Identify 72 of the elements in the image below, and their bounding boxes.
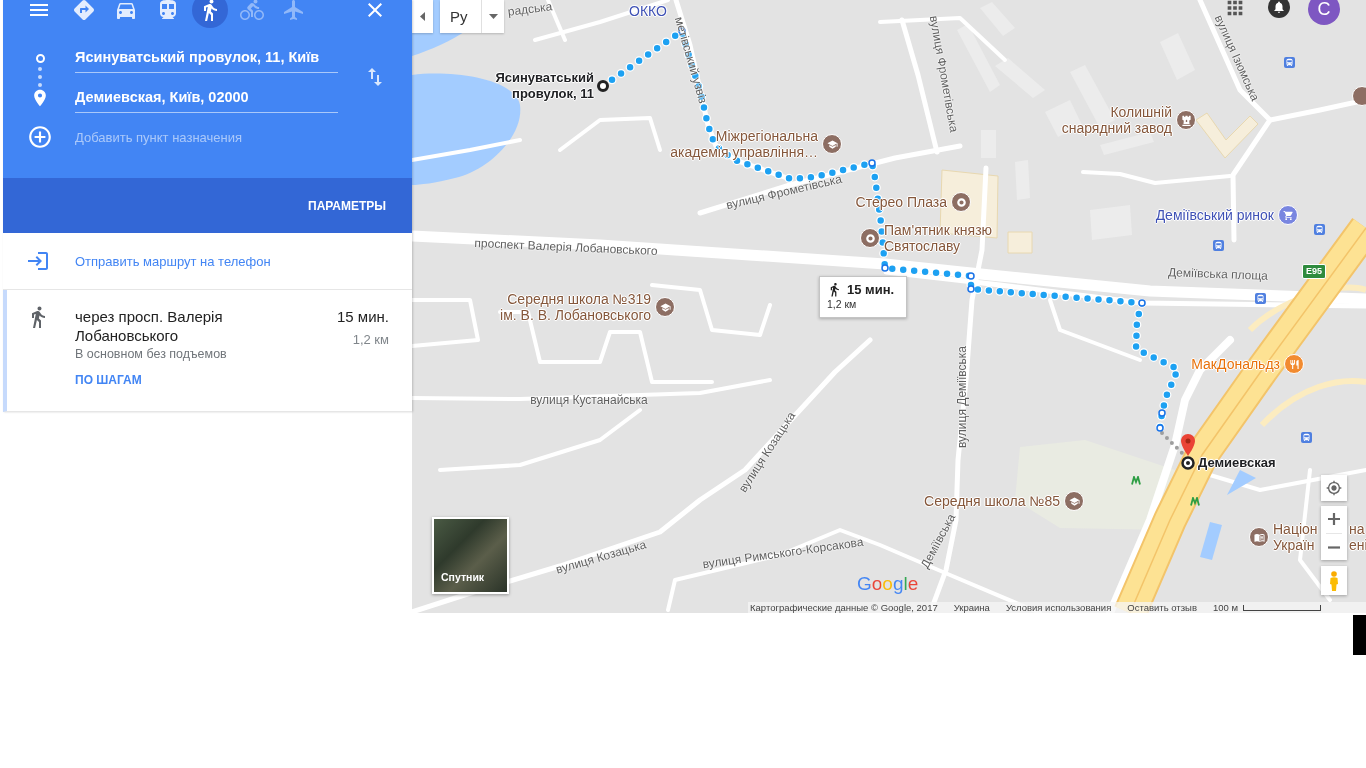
origin-icon <box>35 54 45 63</box>
travel-mode-tab[interactable] <box>192 0 228 28</box>
satellite-view-button[interactable]: Спутник <box>432 517 509 594</box>
location-label: Ясинуватський провулок, 11 <box>495 70 594 102</box>
send-to-phone-link[interactable]: Отправить маршрут на телефон <box>26 249 271 273</box>
route-info-callout[interactable]: 15 мин. 1,2 км <box>819 276 907 318</box>
place-label[interactable]: Середня школа №85 <box>924 493 1060 509</box>
bicycle-icon <box>240 0 264 22</box>
place-label[interactable]: ОККО <box>629 3 667 19</box>
add-destination-field[interactable]: Добавить пункт назначения <box>75 121 338 153</box>
dot-icon <box>38 75 42 79</box>
place-label[interactable]: Середня школа №319 ім. В. В. Лобановського <box>500 291 651 323</box>
metro-icon <box>1190 497 1200 506</box>
car-icon <box>114 0 138 22</box>
place-label[interactable]: Стерео Плаза <box>855 194 947 210</box>
language-select[interactable]: Ру <box>440 0 504 33</box>
route-duration: 15 мин. <box>337 307 389 326</box>
map-data-credit: Картографические данные © Google, 2017 <box>750 602 938 613</box>
bus-stop-icon <box>1213 240 1224 251</box>
street-label: Деміївська площа <box>1167 266 1269 282</box>
details-link[interactable]: ПО ШАГАМ <box>75 373 142 387</box>
bus-stop-icon <box>1255 293 1266 304</box>
locate-icon <box>1326 480 1342 496</box>
scale-label: 100 м <box>1212 602 1238 613</box>
map-pin-icon <box>1181 434 1195 456</box>
place-label[interactable]: Пам'ятник князю Святославу <box>884 222 993 254</box>
bus-stop-icon <box>1284 57 1295 68</box>
metro-icon <box>1131 476 1141 485</box>
route-shield: E95 <box>1302 264 1326 279</box>
street-label: вулиця Деміївська <box>956 346 968 448</box>
route-distance: 1,2 км <box>352 332 389 347</box>
zoom-out-icon <box>1328 545 1340 549</box>
place-label[interactable]: Колишній снарядний завод <box>1061 104 1172 136</box>
street-label: вулиця Козацька <box>554 538 648 576</box>
airplane-icon <box>282 0 306 22</box>
street-label: вулиця Кустанайська <box>530 394 648 406</box>
place-label[interactable]: Деміївський ринок <box>1155 207 1274 223</box>
origin-field[interactable]: Ясинуватський провулок, 11, Київ <box>75 41 338 73</box>
pool <box>1200 522 1222 560</box>
my-location-button[interactable] <box>1321 475 1347 501</box>
bus-stop-icon <box>1301 432 1312 443</box>
dot-icon <box>38 67 42 71</box>
route-via-text: через просп. Валерія Лобановського <box>75 307 224 345</box>
route-note: В основном без подъемов <box>75 347 227 361</box>
zoom-in-icon <box>1328 512 1340 525</box>
water-area <box>1227 470 1256 495</box>
callout-distance: 1,2 км <box>827 298 858 310</box>
edge-block <box>1353 615 1366 655</box>
directions-icon <box>72 0 96 22</box>
attribution-link[interactable]: Оставить отзыв <box>1127 602 1197 613</box>
building <box>1195 112 1259 159</box>
attribution-link[interactable]: Условия использования <box>1005 602 1112 613</box>
dot-icon <box>38 83 42 87</box>
arrow-into-box-icon <box>26 249 50 273</box>
street-view-button[interactable] <box>1321 566 1347 595</box>
attribution-link[interactable]: Украина <box>953 602 990 613</box>
caret-icon <box>488 14 498 19</box>
collapse-panel-button[interactable] <box>412 0 433 33</box>
place-label[interactable]: Націон Україн <box>1273 521 1318 553</box>
options-button[interactable]: ПАРАМЕТРЫ <box>302 192 392 219</box>
pegman-icon <box>1329 570 1339 591</box>
destination-marker-icon <box>1181 456 1195 470</box>
caret-left-icon <box>420 12 425 21</box>
callout-duration: 15 мин. <box>847 282 895 297</box>
street-label: проспект Валерія Лобановського <box>474 237 658 257</box>
building <box>1007 231 1033 254</box>
destination-field[interactable]: Демиевская, Київ, 02000 <box>75 81 338 113</box>
place-label[interactable]: на ені <box>1349 521 1366 553</box>
bell-icon <box>1272 0 1286 14</box>
street-label: радська <box>507 0 553 18</box>
notifications-button[interactable] <box>1268 0 1290 18</box>
bus-stop-icon <box>1314 224 1325 235</box>
